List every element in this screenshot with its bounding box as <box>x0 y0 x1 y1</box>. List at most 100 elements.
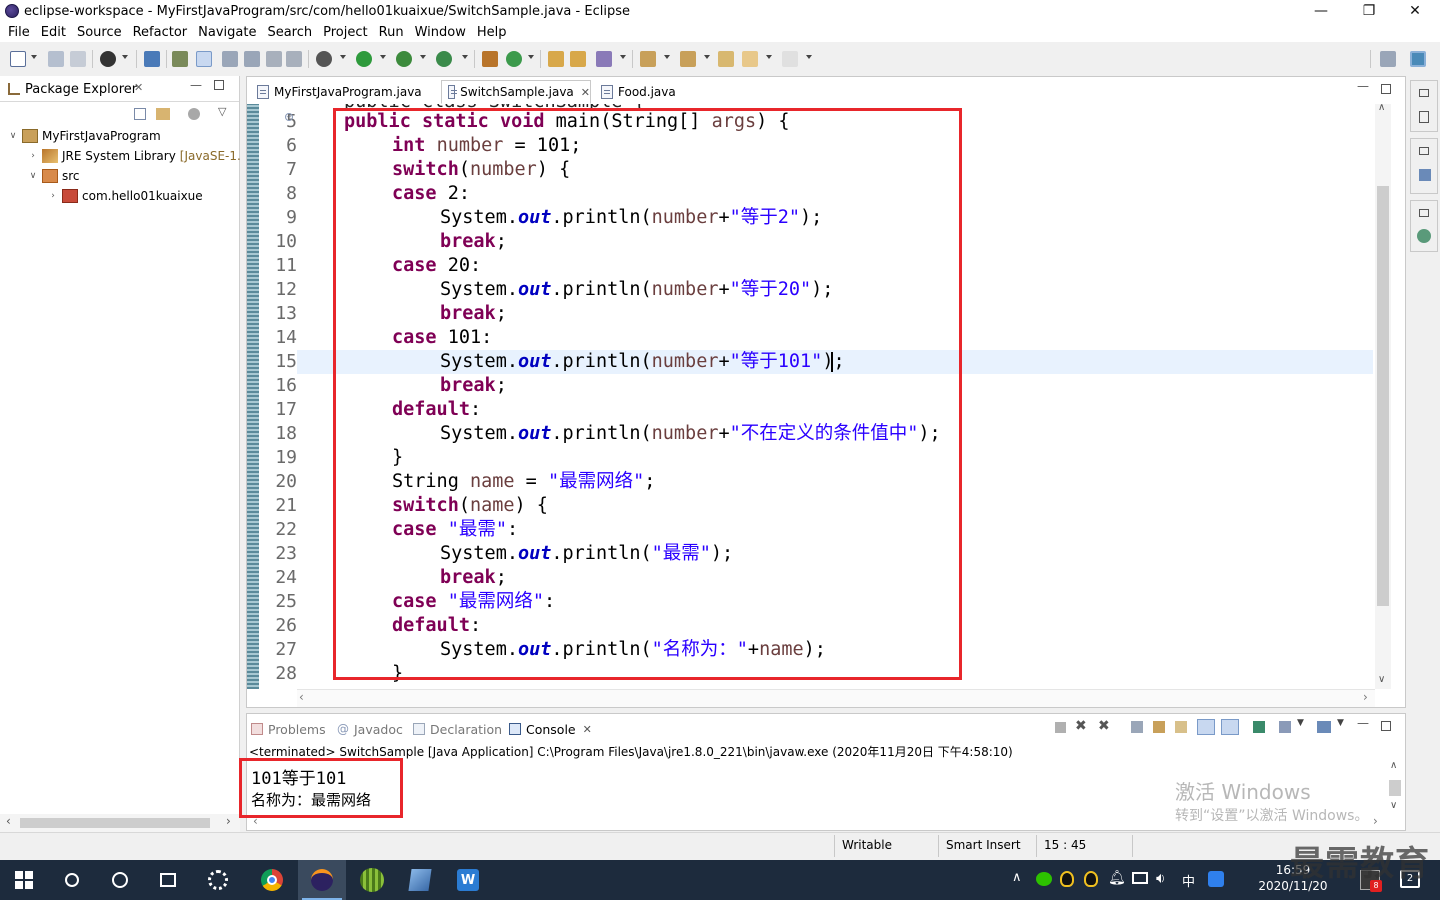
minimize-console-icon[interactable]: — <box>1357 716 1369 730</box>
menu-window[interactable]: Window <box>411 25 473 40</box>
debug-skip-icon[interactable] <box>100 51 116 67</box>
menu-file[interactable]: File <box>4 25 37 40</box>
menu-search[interactable]: Search <box>263 25 319 40</box>
close-view-icon[interactable]: ✕ <box>134 81 143 94</box>
taskbar-app-eclipse[interactable] <box>298 860 346 900</box>
link-with-editor-icon[interactable] <box>156 108 170 120</box>
show-whitespace-icon[interactable] <box>266 51 282 67</box>
tab-food[interactable]: Food.java <box>595 80 715 104</box>
run-icon[interactable] <box>356 51 372 67</box>
fold-toggle-icon[interactable]: − <box>285 113 293 121</box>
tab-javadoc[interactable]: @ Javadoc <box>337 719 403 739</box>
collapsed-arrow-icon[interactable]: › <box>48 191 58 201</box>
menu-source[interactable]: Source <box>73 25 129 40</box>
tab-problems[interactable]: Problems <box>251 719 326 739</box>
view-menu-icon[interactable]: ▽ <box>218 105 226 118</box>
word-wrap-icon[interactable] <box>244 51 260 67</box>
close-tab-icon[interactable]: ✕ <box>581 86 590 99</box>
input-tool-icon[interactable] <box>1208 871 1224 887</box>
tree-item-src[interactable]: ∨ src <box>28 166 80 186</box>
type-hierarchy-icon[interactable] <box>1419 169 1431 181</box>
maximize-console-icon[interactable] <box>1381 721 1391 731</box>
last-edit-location-icon[interactable] <box>718 51 734 67</box>
taskbar-app-melon[interactable] <box>348 860 396 900</box>
block-selection-icon[interactable] <box>222 51 238 67</box>
menu-refactor[interactable]: Refactor <box>129 25 195 40</box>
collapse-all-icon[interactable] <box>134 108 146 120</box>
search-icon[interactable] <box>596 51 612 67</box>
maximize-editor-icon[interactable] <box>1381 84 1391 94</box>
previous-annotation-icon[interactable] <box>680 51 696 67</box>
format-icon[interactable] <box>286 51 302 67</box>
mark-occurrences-icon[interactable] <box>172 51 188 67</box>
toggle-breakpoint-icon[interactable] <box>144 51 160 67</box>
external-tools-icon[interactable] <box>436 51 452 67</box>
open-type-icon[interactable] <box>548 51 564 67</box>
ime-indicator[interactable]: 中 <box>1182 871 1195 890</box>
pin-console-icon[interactable] <box>1253 721 1265 733</box>
tab-console[interactable]: Console ✕ <box>509 719 592 739</box>
restore-view-icon[interactable] <box>1419 89 1429 97</box>
tree-item-project[interactable]: ∨ MyFirstJavaProgram <box>8 126 161 146</box>
qq-tray-icon[interactable] <box>1060 871 1074 887</box>
tab-switchsample[interactable]: SwitchSample.java ✕ <box>441 80 591 104</box>
next-annotation-icon[interactable] <box>640 51 656 67</box>
filters-icon[interactable] <box>188 108 200 120</box>
editor-vscrollbar[interactable]: ∧ ∨ <box>1375 102 1391 689</box>
menu-help[interactable]: Help <box>473 25 514 40</box>
debug-icon[interactable] <box>316 51 332 67</box>
close-button[interactable]: ✕ <box>1392 0 1438 22</box>
wechat-tray-icon[interactable] <box>1036 872 1052 886</box>
explorer-hscrollbar[interactable]: ‹ › <box>0 814 240 832</box>
open-perspective-icon[interactable] <box>1380 51 1396 67</box>
remove-launch-icon[interactable]: ✖ <box>1075 718 1087 734</box>
new-java-package-icon[interactable] <box>482 51 498 67</box>
volume-icon[interactable]: 🔉︎ <box>1156 869 1165 887</box>
taskbar-app-chrome[interactable] <box>248 860 296 900</box>
network-icon[interactable] <box>1132 872 1148 884</box>
package-explorer-title[interactable]: Package Explorer <box>25 82 137 97</box>
new-java-class-icon[interactable] <box>506 51 522 67</box>
minimize-view-icon[interactable]: — <box>190 78 202 92</box>
taskbar-app-wps[interactable]: W <box>444 860 492 900</box>
console-output[interactable]: 101等于101 名称为：最需网络 激活 Windows 转到“设置”以激活 W… <box>239 758 1377 824</box>
tab-declaration[interactable]: Declaration <box>413 719 502 739</box>
open-console-icon[interactable] <box>1317 721 1331 733</box>
forward-icon[interactable] <box>782 51 798 67</box>
maximize-view-icon[interactable] <box>214 80 224 90</box>
java-perspective-icon[interactable] <box>1410 51 1426 67</box>
save-all-icon[interactable] <box>70 51 86 67</box>
expanded-arrow-icon[interactable]: ∨ <box>28 171 38 181</box>
tree-item-package[interactable]: › com.hello01kuaixue <box>48 186 203 206</box>
menu-navigate[interactable]: Navigate <box>194 25 263 40</box>
expanded-arrow-icon[interactable]: ∨ <box>8 131 18 141</box>
team-view-icon[interactable] <box>1417 229 1431 243</box>
tab-myfirstjavaprogram[interactable]: MyFirstJavaProgram.java <box>251 80 437 104</box>
start-button[interactable] <box>0 860 48 900</box>
collapsed-arrow-icon[interactable]: › <box>28 151 38 161</box>
show-on-stdout-icon[interactable] <box>1197 719 1215 735</box>
coverage-icon[interactable] <box>396 51 412 67</box>
cortana-button[interactable] <box>96 860 144 900</box>
clear-console-icon[interactable] <box>1131 721 1143 733</box>
back-icon[interactable] <box>742 51 758 67</box>
search-taskbar-button[interactable] <box>48 860 96 900</box>
minimize-editor-icon[interactable]: — <box>1357 79 1369 93</box>
restore-view-icon[interactable] <box>1419 209 1429 217</box>
menu-edit[interactable]: Edit <box>37 25 73 40</box>
remove-all-launches-icon[interactable]: ✖ <box>1098 718 1110 734</box>
tray-overflow-icon[interactable]: ∧ <box>1012 870 1022 885</box>
display-console-icon[interactable] <box>1279 721 1291 733</box>
qq-tray-icon-2[interactable] <box>1084 871 1098 887</box>
editor-vscroll-thumb[interactable] <box>1377 186 1389 606</box>
taskbar-app-notebook[interactable] <box>396 860 444 900</box>
code-editor[interactable]: 5 6 7 8 9 10 11 12 13 14 15 16 17 18 19 20 21 22 23 24 25 26 2… <box>247 104 1373 689</box>
scroll-lock-icon[interactable] <box>1153 721 1165 733</box>
notification-bell-icon[interactable]: 🔔︎ <box>1108 870 1126 886</box>
task-view-button[interactable] <box>144 860 192 900</box>
word-wrap-console-icon[interactable] <box>1175 721 1187 733</box>
editor-hscrollbar[interactable]: ‹ › <box>297 689 1375 707</box>
minimize-button[interactable]: — <box>1298 0 1344 22</box>
open-task-icon[interactable] <box>570 51 586 67</box>
save-icon[interactable] <box>48 51 64 67</box>
